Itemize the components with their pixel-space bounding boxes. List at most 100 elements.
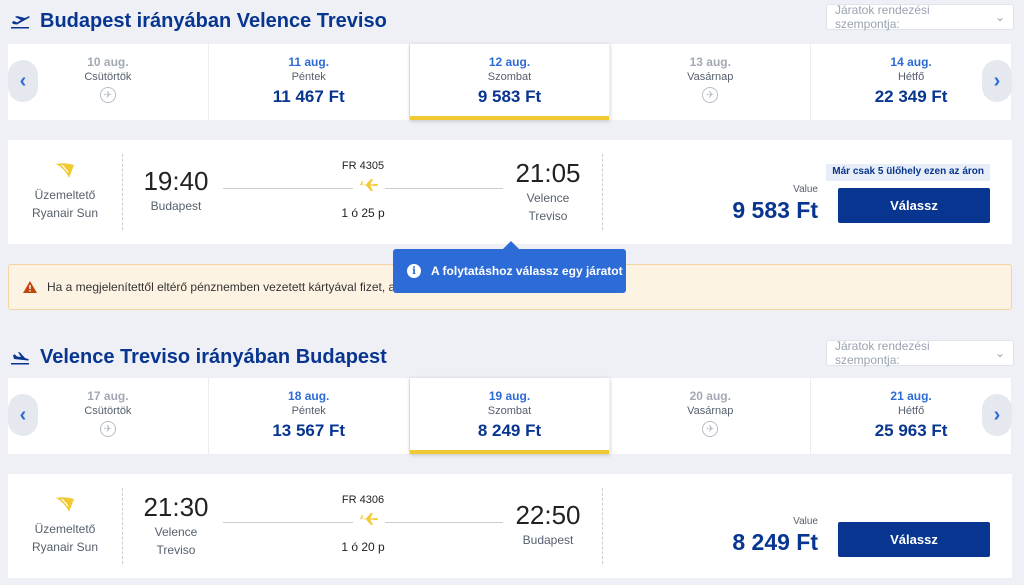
- outbound-flight-card[interactable]: Üzemeltető Ryanair Sun 19:40 Budapest FR…: [8, 140, 1012, 244]
- route-line: [223, 512, 503, 532]
- arrival-city-line2: Treviso: [528, 209, 568, 223]
- outbound-title-text: Budapest irányában Velence Treviso: [40, 10, 387, 32]
- return-date-2[interactable]: 19 aug. Szombat 8 249 Ft: [409, 378, 611, 454]
- departure-plane-icon: [11, 15, 30, 28]
- chevron-right-icon: ›: [993, 69, 1001, 92]
- select-flight-button[interactable]: Válassz: [838, 188, 990, 223]
- date-label: 18 aug.: [288, 389, 330, 403]
- no-flight-icon: ✈: [702, 87, 719, 103]
- outbound-sort-dropdown[interactable]: Járatok rendezési szempontja: ⌄: [826, 3, 1014, 31]
- sort-label: Járatok rendezési szempontja:: [835, 339, 930, 367]
- chevron-down-icon: ⌄: [994, 10, 1005, 24]
- outbound-date-3: 13 aug. Vasárnap ✈: [610, 44, 812, 120]
- prev-dates-button[interactable]: ‹: [8, 394, 38, 436]
- return-date-selector: 17 aug. Csütörtök ✈ 18 aug. Péntek 13 56…: [8, 378, 1012, 454]
- fare-price: 9 583 Ft: [732, 197, 818, 223]
- no-flight-icon: ✈: [99, 421, 116, 437]
- date-label: 20 aug.: [689, 389, 731, 403]
- return-title-text: Velence Treviso irányában Budapest: [40, 346, 387, 368]
- return-date-3: 20 aug. Vasárnap ✈: [610, 378, 812, 454]
- departure-city-line2: Treviso: [156, 543, 196, 557]
- arrival-time: 22:50: [515, 500, 581, 530]
- operator-label: Üzemeltető: [34, 188, 96, 202]
- ryanair-harp-logo-icon: [56, 497, 74, 512]
- fare-type-label: Value: [793, 516, 818, 527]
- plane-icon: [353, 178, 385, 196]
- warning-text: Ha a megjelenítettől eltérő pénznemben v…: [47, 280, 396, 294]
- date-label: 17 aug.: [87, 389, 129, 403]
- weekday-label: Péntek: [291, 71, 326, 83]
- departure-time: 21:30: [143, 492, 209, 522]
- outbound-date-1[interactable]: 11 aug. Péntek 11 467 Ft: [209, 44, 410, 120]
- no-flight-icon: ✈: [99, 87, 116, 103]
- return-date-0: 17 aug. Csütörtök ✈: [8, 378, 209, 454]
- return-flight-card[interactable]: Üzemeltető Ryanair Sun 21:30 Velence Tre…: [8, 474, 1012, 578]
- flight-number: FR 4306: [341, 494, 385, 506]
- fare-price-block: Value 9 583 Ft: [732, 184, 818, 224]
- return-sort-dropdown[interactable]: Járatok rendezési szempontja: ⌄: [826, 339, 1014, 367]
- outbound-title: Budapest irányában Velence Treviso: [10, 10, 387, 33]
- outbound-date-0: 10 aug. Csütörtök ✈: [8, 44, 209, 120]
- tooltip-text: A folytatáshoz válassz egy járatot: [431, 264, 623, 278]
- arrival-time: 21:05: [515, 158, 581, 188]
- weekday-label: Szombat: [487, 405, 532, 417]
- arrival-block: 22:50 Budapest: [508, 500, 588, 549]
- ryanair-harp-logo-icon: [56, 163, 74, 178]
- warning-icon: [23, 281, 37, 293]
- chevron-left-icon: ‹: [19, 69, 27, 92]
- info-icon: i: [407, 264, 421, 278]
- select-flight-tooltip: i A folytatáshoz válassz egy járatot: [393, 241, 626, 293]
- date-label: 13 aug.: [689, 55, 731, 69]
- date-price: 8 249 Ft: [477, 421, 542, 440]
- divider: [602, 154, 603, 230]
- chevron-right-icon: ›: [993, 403, 1001, 426]
- operator-label: Üzemeltető: [34, 522, 96, 536]
- flight-route-info: FR 4305 1 ó 25 p: [223, 160, 503, 220]
- departure-time: 19:40: [143, 166, 209, 196]
- flight-number: FR 4305: [341, 160, 385, 172]
- weekday-label: Hétfő: [897, 71, 925, 83]
- weekday-label: Vasárnap: [687, 405, 734, 417]
- fare-price: 8 249 Ft: [732, 529, 818, 555]
- arrival-plane-icon: [11, 351, 29, 364]
- next-dates-button[interactable]: ›: [982, 60, 1012, 102]
- route-line: [223, 178, 503, 198]
- weekday-label: Hétfő: [897, 405, 925, 417]
- operator-name: Ryanair Sun: [31, 540, 99, 554]
- chevron-down-icon: ⌄: [994, 346, 1005, 360]
- flight-duration: 1 ó 20 p: [341, 540, 385, 554]
- date-price: 25 963 Ft: [874, 421, 948, 440]
- arrival-block: 21:05 Velence Treviso: [508, 158, 588, 225]
- divider: [602, 488, 603, 564]
- weekday-label: Vasárnap: [687, 71, 734, 83]
- departure-block: 21:30 Velence Treviso: [138, 492, 214, 559]
- return-title: Velence Treviso irányában Budapest: [10, 346, 387, 369]
- departure-block: 19:40 Budapest: [138, 166, 214, 215]
- return-header: Velence Treviso irányában Budapest Járat…: [0, 338, 1024, 378]
- select-flight-button[interactable]: Válassz: [838, 522, 990, 557]
- date-label: 12 aug.: [488, 55, 531, 69]
- no-flight-icon: ✈: [702, 421, 719, 437]
- flight-route-info: FR 4306 1 ó 20 p: [223, 494, 503, 554]
- next-dates-button[interactable]: ›: [982, 394, 1012, 436]
- date-price: 22 349 Ft: [874, 87, 948, 106]
- prev-dates-button[interactable]: ‹: [8, 60, 38, 102]
- arrival-city-line1: Velence: [526, 191, 570, 205]
- fare-type-label: Value: [793, 184, 818, 195]
- seats-left-badge: Már csak 5 ülőhely ezen az áron: [826, 164, 990, 181]
- return-date-1[interactable]: 18 aug. Péntek 13 567 Ft: [209, 378, 410, 454]
- date-label: 14 aug.: [890, 55, 932, 69]
- date-label: 19 aug.: [488, 389, 531, 403]
- departure-city: Budapest: [150, 199, 202, 213]
- date-price: 9 583 Ft: [477, 87, 542, 106]
- operator-block: Üzemeltető Ryanair Sun: [8, 488, 123, 564]
- operator-name: Ryanair Sun: [31, 206, 99, 220]
- sort-label: Járatok rendezési szempontja:: [835, 3, 930, 31]
- plane-icon: [353, 512, 385, 530]
- operator-block: Üzemeltető Ryanair Sun: [8, 154, 123, 230]
- outbound-date-2[interactable]: 12 aug. Szombat 9 583 Ft: [409, 44, 611, 120]
- weekday-label: Szombat: [487, 71, 532, 83]
- date-label: 10 aug.: [87, 55, 129, 69]
- arrival-city: Budapest: [522, 533, 574, 547]
- outbound-header: Budapest irányában Velence Treviso Járat…: [0, 2, 1024, 42]
